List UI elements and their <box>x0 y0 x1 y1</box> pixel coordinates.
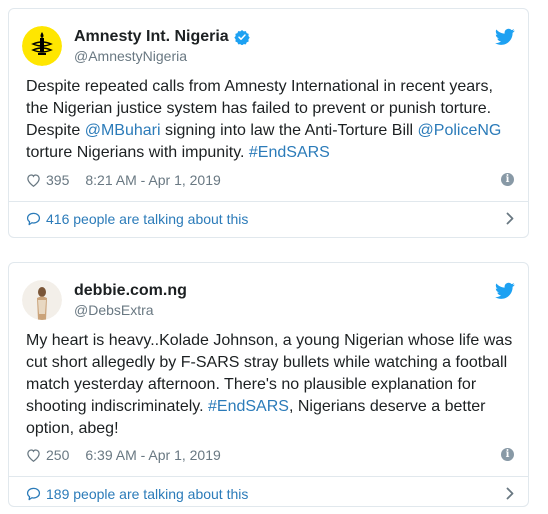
chevron-right-icon[interactable] <box>506 212 514 225</box>
tweet-timestamp[interactable]: 8:21 AM - Apr 1, 2019 <box>85 172 220 188</box>
like-count[interactable]: 395 <box>46 172 69 188</box>
hashtag-link-endsars[interactable]: #EndSARS <box>208 398 289 415</box>
twitter-bird-icon[interactable] <box>495 28 515 46</box>
conversation-link[interactable]: 416 people are talking about this <box>26 209 514 229</box>
speech-bubble-icon <box>26 487 41 501</box>
avatar-debbie[interactable] <box>22 280 62 320</box>
chevron-right-icon[interactable] <box>506 487 514 500</box>
like-count[interactable]: 250 <box>46 447 69 463</box>
heart-icon[interactable] <box>26 448 41 462</box>
divider <box>9 476 528 477</box>
tweet-text: Despite repeated calls from Amnesty Inte… <box>26 76 514 164</box>
author-name[interactable]: Amnesty Int. Nigeria <box>74 27 250 47</box>
tweet-text: My heart is heavy..Kolade Johnson, a you… <box>26 330 514 440</box>
author-name-text[interactable]: Amnesty Int. Nigeria <box>74 27 229 47</box>
divider <box>9 201 528 202</box>
tweet-text-segment: signing into law the Anti-Torture Bill <box>160 122 418 139</box>
info-icon[interactable]: i <box>501 173 514 186</box>
tweet-meta: 250 6:39 AM - Apr 1, 2019 i <box>26 446 514 464</box>
tweet-header: Amnesty Int. Nigeria @AmnestyNigeria <box>22 26 515 66</box>
tweet-card-debbie[interactable]: debbie.com.ng @DebsExtra My heart is hea… <box>8 262 529 507</box>
speech-bubble-icon <box>26 212 41 226</box>
info-icon[interactable]: i <box>501 448 514 461</box>
author-handle[interactable]: @DebsExtra <box>74 301 154 319</box>
author-name-text[interactable]: debbie.com.ng <box>74 281 187 301</box>
tweet-card-amnesty[interactable]: Amnesty Int. Nigeria @AmnestyNigeria Des… <box>8 8 529 238</box>
avatar-amnesty[interactable] <box>22 26 62 66</box>
author-name[interactable]: debbie.com.ng <box>74 281 187 301</box>
verified-badge-icon <box>234 30 250 45</box>
twitter-bird-icon[interactable] <box>495 282 515 300</box>
tweet-meta: 395 8:21 AM - Apr 1, 2019 i <box>26 171 514 189</box>
talking-count[interactable]: 416 people are talking about this <box>46 211 248 227</box>
heart-icon[interactable] <box>26 173 41 187</box>
author-handle[interactable]: @AmnestyNigeria <box>74 47 187 65</box>
tweet-text-segment: torture Nigerians with impunity. <box>26 144 249 161</box>
tweet-timestamp[interactable]: 6:39 AM - Apr 1, 2019 <box>85 447 220 463</box>
hashtag-link-endsars[interactable]: #EndSARS <box>249 144 330 161</box>
mention-link-policeng[interactable]: @PoliceNG <box>418 122 502 139</box>
mention-link-mbuhari[interactable]: @MBuhari <box>85 122 161 139</box>
talking-count[interactable]: 189 people are talking about this <box>46 486 248 502</box>
conversation-link[interactable]: 189 people are talking about this <box>26 484 514 504</box>
tweet-header: debbie.com.ng @DebsExtra <box>22 280 515 320</box>
